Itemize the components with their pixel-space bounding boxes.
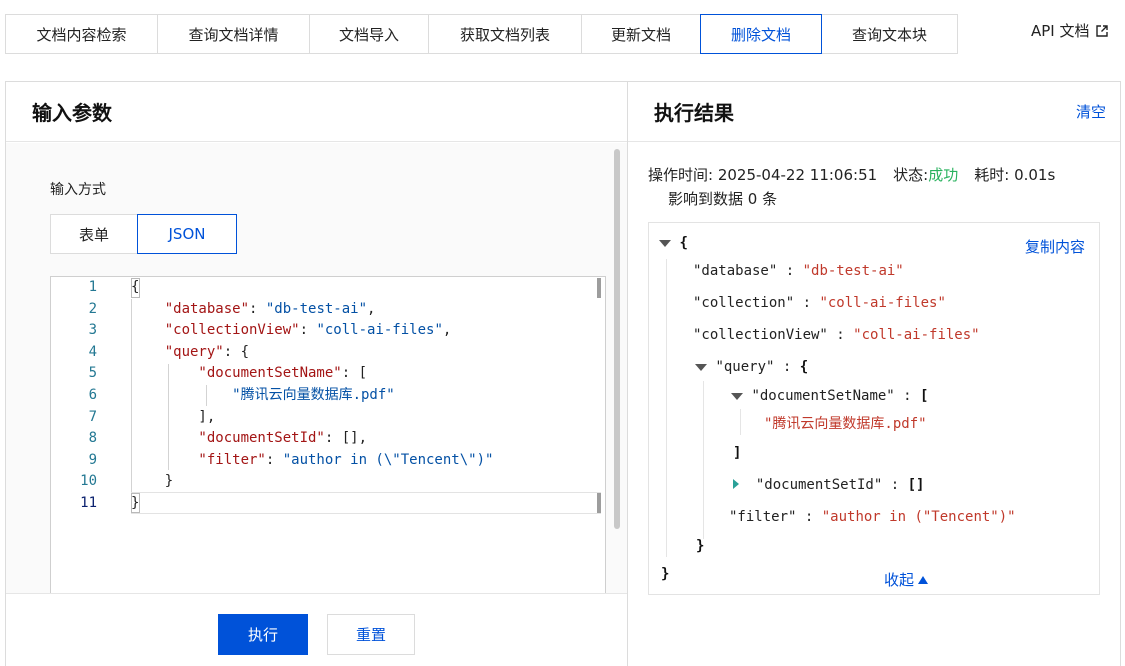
json-key: "collectionView" (693, 327, 828, 343)
line-number: 11 (80, 495, 97, 511)
status-value: 成功 (928, 166, 959, 184)
json-value: [] (907, 477, 925, 493)
api-doc-link[interactable]: API 文档 (1031, 20, 1108, 41)
line-number: 2 (88, 300, 97, 317)
tree-guide (740, 409, 741, 435)
clear-button[interactable]: 清空 (1076, 101, 1106, 122)
panel-title: 执行结果 (654, 101, 734, 125)
json-key: "documentSetName" (751, 388, 895, 404)
json-key: "database" (693, 263, 778, 279)
collapse-toggle-icon[interactable] (695, 364, 707, 371)
panel-scrollbar[interactable] (614, 149, 620, 529)
status-label: 状态: (893, 166, 929, 184)
line-number: 10 (80, 473, 97, 490)
tab-document-detail[interactable]: 查询文档详情 (157, 14, 310, 54)
tab-document-list[interactable]: 获取文档列表 (428, 14, 582, 54)
line-number: 8 (88, 430, 97, 447)
panel-title: 输入参数 (32, 101, 112, 125)
code-line: } (131, 473, 174, 490)
input-params-panel: 输入参数 输入方式 表单 JSON 1 { 2 "database": "db-t… (5, 81, 628, 666)
json-key: "documentSetId" (755, 477, 883, 493)
tab-label: 文档导入 (338, 25, 399, 44)
external-link-icon (1095, 24, 1108, 37)
execute-button[interactable]: 执行 (218, 614, 308, 655)
line-number: 3 (88, 322, 97, 339)
line-number: 5 (88, 365, 97, 382)
code-line: "documentSetName": [ (131, 365, 368, 382)
tab-label: 文档内容检索 (36, 25, 127, 44)
mode-form-button[interactable]: 表单 (50, 214, 138, 254)
json-value: "腾讯云向量数据库.pdf" (764, 416, 927, 432)
json-code-editor[interactable]: 1 { 2 "database": "db-test-ai", 3 "collec… (50, 276, 606, 596)
tab-bar: 文档内容检索 查询文档详情 文档导入 获取文档列表 更新文档 删除文档 查询文本… (5, 14, 958, 54)
tree-guide (703, 381, 704, 539)
json-key: "collection" (693, 295, 795, 311)
collapse-label: 收起 (884, 571, 915, 589)
tab-label: 更新文档 (610, 25, 671, 44)
reset-button[interactable]: 重置 (327, 614, 415, 655)
op-time-label: 操作时间: (648, 166, 714, 184)
json-key: "filter" (729, 509, 797, 525)
json-value: "coll-ai-files" (853, 327, 980, 343)
op-time-value: 2025-04-22 11:06:51 (717, 166, 878, 184)
json-key: "query" (715, 359, 775, 375)
tab-label: 查询文档详情 (188, 25, 279, 44)
code-line: "query": { (131, 343, 250, 360)
tab-document-import[interactable]: 文档导入 (309, 14, 429, 54)
json-value: "db-test-ai" (802, 263, 904, 279)
result-header: 执行结果 清空 (628, 82, 1120, 142)
code-line: "filter": "author in (\"Tencent\")" (131, 451, 494, 468)
api-doc-label: API 文档 (1031, 22, 1090, 40)
collapse-toggle-icon[interactable] (659, 240, 671, 247)
json-value: "coll-ai-files" (819, 295, 946, 311)
affected-rows: 影响到数据 0 条 (668, 190, 778, 208)
tree-guide (666, 259, 667, 557)
input-params-header: 输入参数 (6, 82, 627, 142)
copy-content-button[interactable]: 复制内容 (1025, 236, 1085, 257)
input-mode-label: 输入方式 (50, 182, 106, 198)
result-meta: 操作时间: 2025-04-22 11:06:51 状态:成功 耗时: 0.01s … (648, 163, 1055, 211)
arrow-up-icon (918, 575, 929, 584)
action-bar: 执行 重置 (6, 593, 627, 666)
line-number: 6 (88, 387, 97, 403)
json-result-viewer: 复制内容 { "database" : "db-test-ai" "collec… (648, 222, 1100, 595)
tab-label: 获取文档列表 (459, 25, 550, 44)
code-line: "collectionView": "coll-ai-files", (131, 322, 452, 339)
line-number: 4 (88, 343, 97, 360)
input-mode-switch: 表单 JSON (50, 214, 237, 254)
line-number: 1 (88, 279, 97, 295)
code-line: } (131, 495, 140, 511)
code-line: ], (131, 408, 216, 425)
tab-update-document[interactable]: 更新文档 (581, 14, 701, 54)
code-line: { (131, 279, 140, 295)
collapse-toggle-icon[interactable] (731, 393, 743, 400)
input-params-body: 输入方式 表单 JSON 1 { 2 "database": "db-test-a… (6, 143, 627, 596)
collapse-button[interactable]: 收起 (884, 569, 929, 590)
mode-json-button[interactable]: JSON (137, 214, 237, 254)
code-line: "database": "db-test-ai", (131, 300, 376, 317)
expand-toggle-icon[interactable] (733, 479, 739, 489)
json-value: "author in ("Tencent")" (821, 509, 1016, 525)
tab-query-chunks[interactable]: 查询文本块 (821, 14, 958, 54)
tab-document-search[interactable]: 文档内容检索 (5, 14, 158, 54)
line-number: 7 (88, 408, 97, 425)
tab-label: 删除文档 (730, 25, 791, 44)
line-number: 9 (88, 451, 97, 468)
code-line: "腾讯云向量数据库.pdf" (131, 387, 395, 403)
code-line: "documentSetId": [], (131, 430, 368, 447)
elapsed-label: 耗时: (974, 166, 1010, 184)
tab-label: 查询文本块 (851, 25, 927, 44)
result-panel: 执行结果 清空 操作时间: 2025-04-22 11:06:51 状态:成功 耗时… (627, 81, 1121, 666)
tab-delete-document[interactable]: 删除文档 (700, 14, 822, 54)
elapsed-value: 0.01s (1014, 166, 1056, 184)
